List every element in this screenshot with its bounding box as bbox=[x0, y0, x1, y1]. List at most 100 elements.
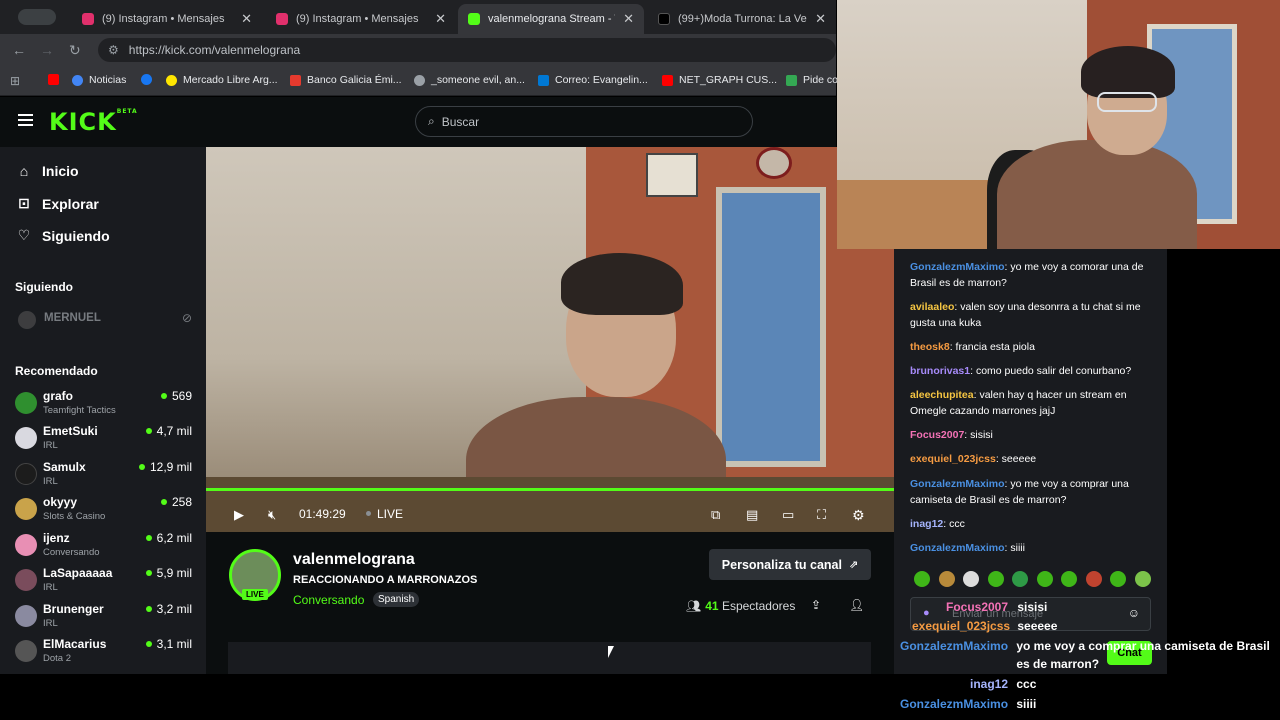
bookmark-netgraph[interactable]: NET_GRAPH CUS... bbox=[662, 74, 777, 86]
emoji-icon[interactable]: ☺ bbox=[1128, 606, 1140, 620]
avatar bbox=[15, 605, 37, 627]
progress-bar[interactable] bbox=[206, 488, 894, 491]
channel-name[interactable]: valenmelograna bbox=[293, 551, 415, 569]
galicia-icon bbox=[290, 74, 301, 86]
theater-icon[interactable]: ▭ bbox=[782, 507, 794, 523]
sidebar-item-siguiendo[interactable]: ♡ Siguiendo bbox=[16, 227, 110, 244]
channel-category: IRL bbox=[43, 440, 58, 451]
bookmarks-bar: ⊞ Noticias Mercado Libre Arg... Banco Ga… bbox=[0, 66, 838, 96]
follow-icon[interactable]: 👤︎ bbox=[849, 598, 864, 612]
chat-username[interactable]: GonzalezmMaximo bbox=[910, 261, 1005, 273]
sidebar-item-label: Inicio bbox=[42, 163, 79, 179]
channel-name: ElMacarius bbox=[43, 637, 107, 651]
emote-icon[interactable] bbox=[939, 571, 955, 587]
pip-icon[interactable]: ⧉ bbox=[711, 507, 720, 523]
forward-icon[interactable]: → bbox=[40, 42, 54, 58]
bookmark-facebook[interactable] bbox=[141, 74, 158, 85]
channel-category: IRL bbox=[43, 582, 58, 593]
url-text: https://kick.com/valenmelograna bbox=[128, 43, 301, 57]
live-badge: LIVE bbox=[242, 589, 268, 600]
clip-icon[interactable]: ▤ bbox=[746, 507, 758, 523]
tiktok-icon bbox=[658, 13, 670, 25]
chat-username[interactable]: GonzalezmMaximo bbox=[910, 478, 1005, 490]
bookmark-noticias[interactable]: Noticias bbox=[72, 74, 126, 86]
overlay-chat-message: inag12 ccc bbox=[900, 675, 1036, 693]
mouse-cursor bbox=[608, 646, 618, 658]
customize-channel-button[interactable]: Personaliza tu canal ⇗ bbox=[709, 549, 871, 580]
video-scene-sign bbox=[646, 153, 698, 197]
tab-title: (9) Instagram • Mensajes bbox=[296, 13, 419, 25]
reload-icon[interactable]: ↻ bbox=[69, 42, 81, 59]
menu-icon[interactable] bbox=[18, 114, 33, 126]
viewer-count: 5,9 mil bbox=[146, 566, 192, 580]
chat-username[interactable]: inag12 bbox=[910, 518, 943, 530]
browser-tab[interactable]: (99+)Moda Turrona: La Vestim ✕ bbox=[648, 4, 836, 34]
bookmark-mercadolibre[interactable]: Mercado Libre Arg... bbox=[166, 74, 278, 86]
chat-username[interactable]: GonzalezmMaximo bbox=[910, 542, 1005, 554]
chat-username[interactable]: Focus2007 bbox=[910, 429, 964, 441]
chat-username[interactable]: exequiel_023jcss bbox=[910, 453, 996, 465]
channel-name: Brunenger bbox=[43, 602, 104, 616]
video-player[interactable]: ▶ 🔇︎ 01:49:29 LIVE ⧉ ▤ ▭ ⛶ ⚙ bbox=[206, 147, 894, 532]
bookmark-correo[interactable]: Correo: Evangelin... bbox=[538, 74, 648, 86]
stream-category[interactable]: Conversando bbox=[293, 593, 364, 607]
emote-icon[interactable] bbox=[1135, 571, 1151, 587]
share-icon[interactable]: ⇪ bbox=[811, 598, 821, 612]
mute-icon[interactable]: 🔇︎ bbox=[268, 507, 276, 523]
kick-logo[interactable]: KICKBETA bbox=[49, 108, 138, 136]
sidebar-item-inicio[interactable]: ⌂ Inicio bbox=[16, 163, 79, 179]
emote-icon[interactable] bbox=[1086, 571, 1102, 587]
browser-tab[interactable]: (9) Instagram • Mensajes ✕ bbox=[266, 4, 456, 34]
youtube-icon bbox=[48, 74, 59, 85]
recommended-item[interactable]: grafo Teamfight Tactics 569 bbox=[14, 388, 192, 422]
following-item[interactable]: MERNUEL ⊘ bbox=[16, 310, 192, 330]
recommended-item[interactable]: ijenz Conversando 6,2 mil bbox=[14, 530, 192, 564]
close-icon[interactable]: ✕ bbox=[815, 11, 826, 27]
emote-icon[interactable] bbox=[914, 571, 930, 587]
recommended-header: Recomendado bbox=[15, 364, 98, 378]
close-icon[interactable]: ✕ bbox=[623, 11, 634, 27]
recommended-item[interactable]: Brunenger IRL 3,2 mil bbox=[14, 601, 192, 635]
close-icon[interactable]: ✕ bbox=[241, 11, 252, 27]
language-tag[interactable]: Spanish bbox=[373, 592, 420, 607]
site-info-icon[interactable]: ⚙ bbox=[108, 43, 119, 57]
outlook-icon bbox=[538, 74, 549, 86]
bookmark-galicia[interactable]: Banco Galicia Émi... bbox=[290, 74, 402, 86]
emote-icon[interactable] bbox=[1110, 571, 1126, 587]
close-icon[interactable]: ✕ bbox=[435, 11, 446, 27]
fullscreen-icon[interactable]: ⛶ bbox=[817, 507, 826, 523]
recommended-item[interactable]: ElMacarius Dota 2 3,1 mil bbox=[14, 636, 192, 670]
emote-icon[interactable] bbox=[1012, 571, 1028, 587]
browser-tab[interactable]: (9) Instagram • Mensajes ✕ bbox=[72, 4, 262, 34]
chat-username[interactable]: avilaaleo bbox=[910, 301, 954, 313]
settings-icon[interactable]: ⚙ bbox=[852, 507, 865, 524]
apps-grid-icon[interactable]: ⊞ bbox=[10, 74, 20, 88]
chat-username[interactable]: aleechupitea bbox=[910, 389, 974, 401]
bookmark-someone[interactable]: _someone evil, an... bbox=[414, 74, 525, 86]
sidebar-item-explorar[interactable]: ⊡ Explorar bbox=[16, 195, 99, 212]
bookmark-youtube[interactable] bbox=[48, 74, 65, 85]
emote-icon[interactable] bbox=[1037, 571, 1053, 587]
browser-tab-active[interactable]: valenmelograna Stream - Wat ✕ bbox=[458, 4, 644, 34]
tab-search-button[interactable] bbox=[18, 9, 56, 25]
bookmark-pide[interactable]: Pide co bbox=[786, 74, 838, 86]
chat-text: ccc bbox=[949, 518, 965, 530]
emote-icon[interactable] bbox=[988, 571, 1004, 587]
customize-label: Personaliza tu canal bbox=[721, 557, 842, 572]
emote-icon[interactable] bbox=[963, 571, 979, 587]
recommended-item[interactable]: okyyy Slots & Casino 258 bbox=[14, 494, 192, 528]
channel-name: ijenz bbox=[43, 531, 70, 545]
recommended-item[interactable]: Samulx IRL 12,9 mil bbox=[14, 459, 192, 493]
streamer-hair bbox=[561, 253, 683, 315]
back-icon[interactable]: ← bbox=[12, 42, 26, 58]
recommended-item[interactable]: EmetSuki IRL 4,7 mil bbox=[14, 423, 192, 457]
chat-username[interactable]: brunorivas1 bbox=[910, 365, 970, 377]
recommended-item[interactable]: LaSapaaaaa IRL 5,9 mil bbox=[14, 565, 192, 599]
chat-username[interactable]: theosk8 bbox=[910, 341, 950, 353]
emote-icon[interactable] bbox=[1061, 571, 1077, 587]
viewer-number: 41 bbox=[705, 599, 719, 613]
search-input[interactable]: ⌕ Buscar bbox=[415, 106, 753, 137]
play-icon[interactable]: ▶ bbox=[234, 507, 244, 523]
channel-category: Dota 2 bbox=[43, 653, 71, 664]
address-bar[interactable]: ⚙ https://kick.com/valenmelograna bbox=[98, 38, 836, 62]
